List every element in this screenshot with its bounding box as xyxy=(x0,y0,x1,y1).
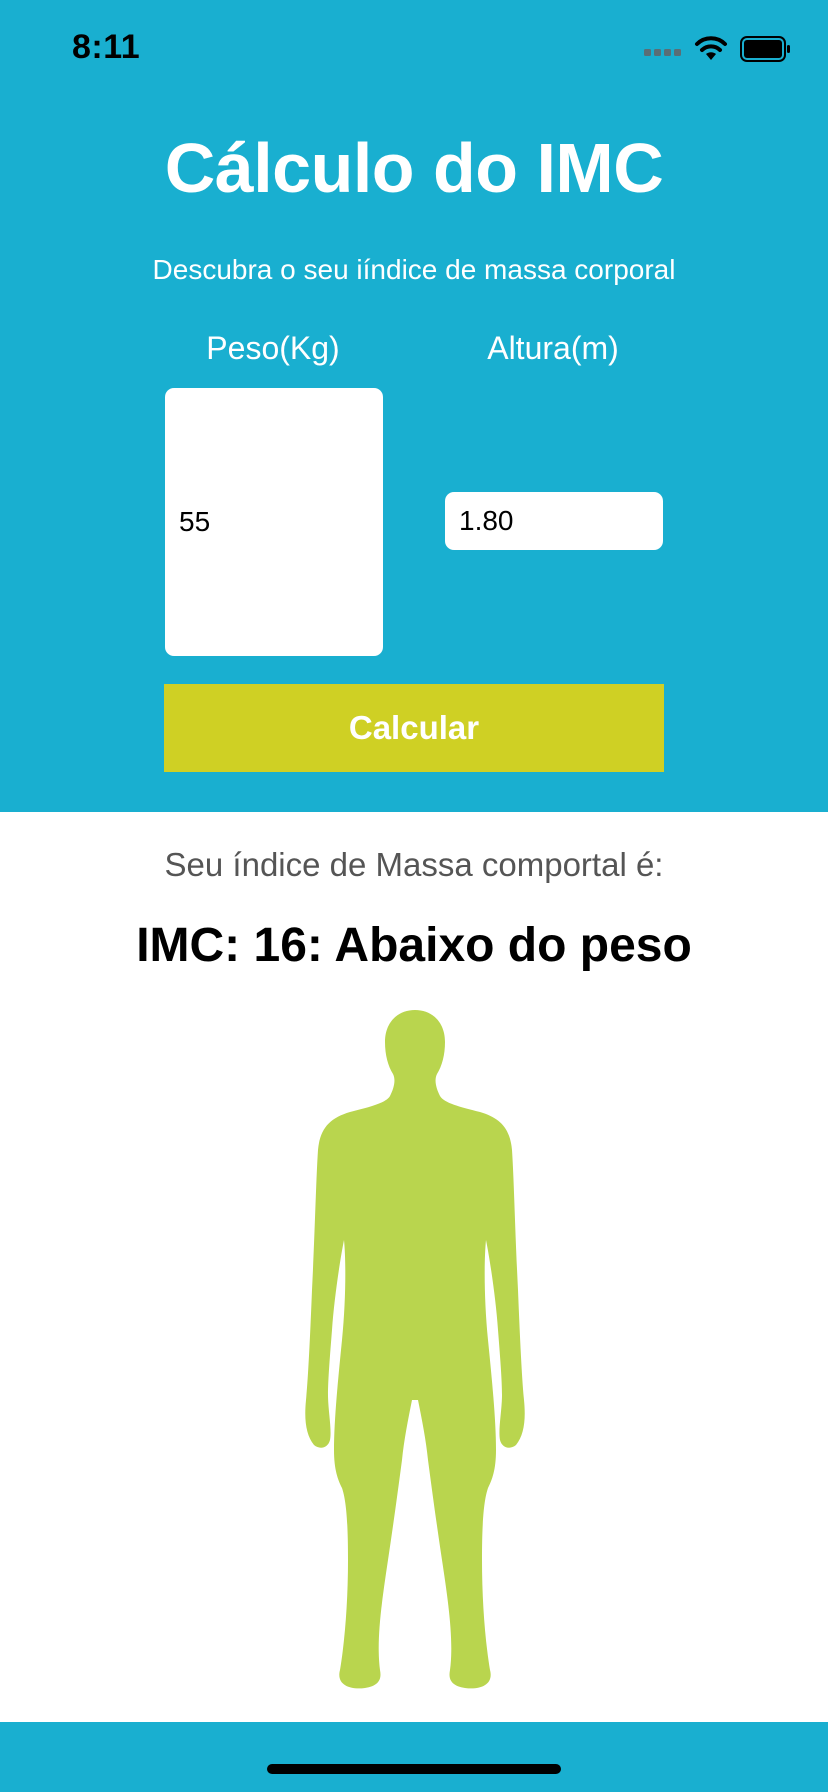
weight-label: Peso(Kg) xyxy=(206,330,340,366)
calculate-button[interactable]: Calcular xyxy=(164,684,664,772)
status-time: 8:11 xyxy=(72,28,141,66)
wifi-icon xyxy=(695,36,727,60)
weight-input[interactable]: 55 xyxy=(165,388,383,656)
home-indicator[interactable] xyxy=(267,1764,561,1774)
body-silhouette-icon xyxy=(305,1010,525,1689)
battery-icon xyxy=(740,36,790,62)
status-icons xyxy=(644,36,792,62)
height-input[interactable]: 1.80 xyxy=(445,492,663,550)
page-title: Cálculo do IMC xyxy=(164,129,664,207)
bottom-bar xyxy=(0,1722,828,1792)
result-label: Seu índice de Massa comportal é: xyxy=(164,846,664,883)
cellular-signal-icon xyxy=(644,49,681,56)
height-label: Altura(m) xyxy=(487,330,619,366)
page-subtitle: Descubra o seu iíndice de massa corporal xyxy=(152,254,676,285)
result-value: IMC: 16: Abaixo do peso xyxy=(136,919,692,972)
